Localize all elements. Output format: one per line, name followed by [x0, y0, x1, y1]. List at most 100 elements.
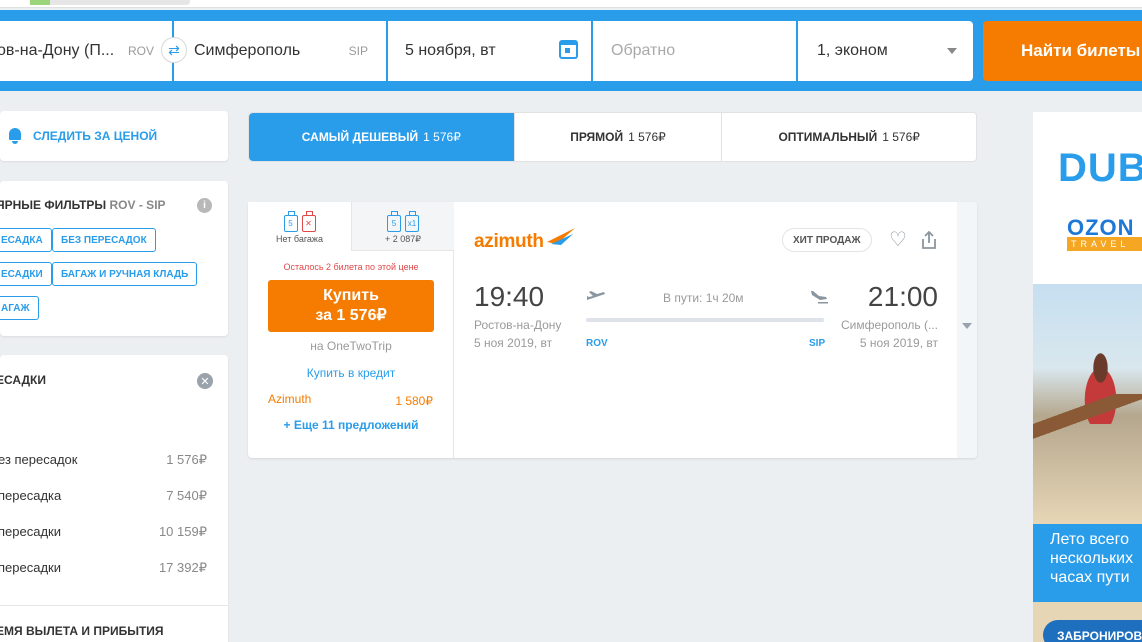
ad-brand-dubai: DUBAI — [1058, 146, 1142, 190]
filter-chip-nonstop[interactable]: БЕЗ ПЕРЕСАДОК — [52, 228, 156, 252]
popular-filters-panel: ЯРНЫЕ ФИЛЬТРЫ ROV - SIP i ЕСАДКА БЕЗ ПЕР… — [0, 181, 228, 336]
buy-button[interactable]: Купить за 1 576₽ — [268, 280, 434, 332]
stops-option-label: пересадка — [0, 488, 62, 503]
date-field[interactable]: 5 ноября, вт — [388, 21, 591, 81]
more-offers-link[interactable]: + Еще 11 предложений — [248, 418, 454, 432]
filter-chip[interactable]: ЕСАДКИ — [0, 262, 52, 286]
times-filter-title[interactable]: ЕМЯ ВЫЛЕТА И ПРИБЫТИЯ — [0, 624, 164, 638]
no-baggage-icon: ✕ — [301, 211, 316, 232]
stops-title: ЕСАДКИ — [0, 373, 46, 387]
tab-price: 1 576₽ — [423, 130, 461, 144]
departure-airport-code: ROV — [586, 338, 608, 349]
landing-icon — [811, 291, 828, 304]
baggage-option-none[interactable]: 5 ✕ Нет багажа — [248, 202, 351, 251]
expand-ticket-button[interactable] — [957, 202, 977, 458]
tab-direct[interactable]: ПРЯМОЙ 1 576₽ — [515, 113, 723, 161]
arrival-city: Симферополь (... — [840, 318, 938, 332]
return-placeholder: Обратно — [611, 42, 676, 59]
baggage-option-with-bag[interactable]: 5 x1 + 2 087₽ — [351, 202, 454, 251]
stops-option-label: ез пересадок — [0, 452, 78, 467]
to-value: Симферополь — [194, 42, 301, 59]
find-tickets-button[interactable]: Найти билеты — [983, 21, 1142, 81]
passengers-select[interactable]: 1, эконом — [798, 21, 973, 81]
azimuth-wing-icon — [547, 228, 575, 245]
flight-details[interactable]: azimuth ХИТ ПРОДАЖ ♡ 19:40 21:00 Ростов-… — [455, 202, 957, 458]
alt-agent-link[interactable]: Azimuth — [268, 392, 311, 406]
tab-price: 1 576₽ — [628, 130, 666, 144]
suitcase-icon: x1 — [405, 211, 419, 232]
tab-label: САМЫЙ ДЕШЕВЫЙ — [301, 130, 419, 144]
passengers-value: 1, эконом — [817, 42, 888, 59]
buy-button-price: за 1 576₽ — [315, 307, 387, 324]
ad-book-button[interactable]: ЗАБРОНИРОВАТЬ — [1043, 620, 1142, 642]
share-icon[interactable] — [919, 230, 939, 250]
filters-title: ЯРНЫЕ ФИЛЬТРЫ ROV - SIP — [0, 198, 166, 212]
tab-optimal[interactable]: ОПТИМАЛЬНЫЙ 1 576₽ — [722, 113, 976, 161]
buy-panel: 5 ✕ Нет багажа 5 x1 + 2 087₽ Осталось 2 … — [248, 202, 454, 458]
to-field[interactable]: Симферополь SIP — [174, 21, 386, 81]
stops-option-label: пересадки — [0, 524, 61, 539]
tab-label: ОПТИМАЛЬНЫЙ — [778, 130, 878, 144]
swap-icon[interactable]: ⇄ — [161, 37, 187, 63]
arrival-time: 21:00 — [867, 281, 938, 312]
tab-cheapest[interactable]: САМЫЙ ДЕШЕВЫЙ 1 576₽ — [249, 113, 515, 161]
chevron-down-icon — [947, 48, 957, 54]
ad-slogan: Лето всего нескольких часах пути — [1050, 531, 1134, 586]
to-code: SIP — [348, 44, 368, 58]
search-form: ов-на-Дону (П... ROV ⇄ Симферополь SIP 5… — [0, 10, 1142, 91]
close-icon[interactable]: ✕ — [197, 373, 213, 389]
hand-luggage-icon: 5 — [387, 211, 401, 232]
stops-option-price: 1 576₽ — [166, 452, 207, 467]
stops-option-price: 10 159₽ — [158, 524, 207, 539]
from-code: ROV — [127, 44, 154, 58]
route-line — [586, 318, 824, 322]
watch-price-button[interactable]: СЛЕДИТЬ ЗА ЦЕНОЙ — [0, 111, 228, 161]
filters-route: ROV - SIP — [109, 198, 166, 212]
arrival-airport-code: SIP — [809, 338, 826, 349]
sort-tabs: САМЫЙ ДЕШЕВЫЙ 1 576₽ ПРЯМОЙ 1 576₽ ОПТИМАЛ… — [248, 112, 977, 162]
calendar-icon[interactable] — [559, 40, 578, 59]
baggage-option-label: + 2 087₽ — [384, 234, 421, 244]
bestseller-badge: ХИТ ПРОДАЖ — [782, 228, 872, 252]
tab-label: ПРЯМОЙ — [570, 130, 624, 144]
tab-fragment — [30, 0, 190, 5]
departure-date: 5 ноя 2019, вт — [474, 336, 553, 350]
departure-time: 19:40 — [474, 281, 545, 312]
agent-source: на OneTwoTrip — [310, 339, 392, 353]
stops-option-price: 7 540₽ — [166, 488, 207, 503]
heart-icon[interactable]: ♡ — [889, 230, 909, 250]
baggage-option-label: Нет багажа — [276, 234, 323, 244]
takeoff-icon — [587, 291, 605, 300]
date-value: 5 ноября, вт — [405, 42, 496, 59]
watch-price-label: СЛЕДИТЬ ЗА ЦЕНОЙ — [33, 129, 158, 143]
arrival-date: 5 ноя 2019, вт — [859, 336, 938, 350]
filter-chip-baggage[interactable]: БАГАЖ И РУЧНАЯ КЛАДЬ — [52, 262, 198, 286]
stops-filter-panel: ЕСАДКИ ✕ ез пересадок 1 576₽ пересадка 7… — [0, 355, 228, 642]
bell-icon — [8, 128, 22, 144]
return-date-field[interactable]: Обратно — [593, 21, 796, 81]
tab-price: 1 576₽ — [882, 130, 920, 144]
from-field[interactable]: ов-на-Дону (П... ROV — [0, 21, 172, 81]
chevron-down-icon — [962, 323, 972, 329]
flight-duration: В пути: 1ч 20м — [663, 291, 744, 305]
buy-button-label: Купить — [323, 287, 379, 304]
hand-luggage-icon: 5 — [283, 211, 298, 232]
ad-brand-ozon-sub: TRAVEL — [1067, 237, 1142, 251]
ad-photo — [1033, 284, 1142, 524]
filter-chip[interactable]: АГАЖ — [0, 296, 39, 320]
alt-agent-price[interactable]: 1 580₽ — [395, 394, 433, 408]
airline-logo: azimuth — [474, 228, 575, 253]
ad-photo-chair — [1033, 394, 1142, 454]
browser-tab-strip — [0, 0, 1142, 8]
info-icon[interactable]: i — [197, 198, 212, 213]
filter-chip[interactable]: ЕСАДКА — [0, 228, 52, 252]
advertisement-banner[interactable]: DUBAI OZON TRAVEL Лето всего нескольких … — [1033, 112, 1142, 642]
ticket-card: 5 ✕ Нет багажа 5 x1 + 2 087₽ Осталось 2 … — [248, 202, 977, 458]
from-value: ов-на-Дону (П... — [0, 42, 115, 59]
stops-option-price: 17 392₽ — [158, 560, 207, 575]
divider — [0, 605, 228, 606]
tab-indicator — [30, 0, 50, 5]
stops-option-label: пересадки — [0, 560, 61, 575]
departure-city: Ростов-на-Дону — [474, 318, 562, 332]
buy-on-credit-link[interactable]: Купить в кредит — [248, 366, 454, 380]
